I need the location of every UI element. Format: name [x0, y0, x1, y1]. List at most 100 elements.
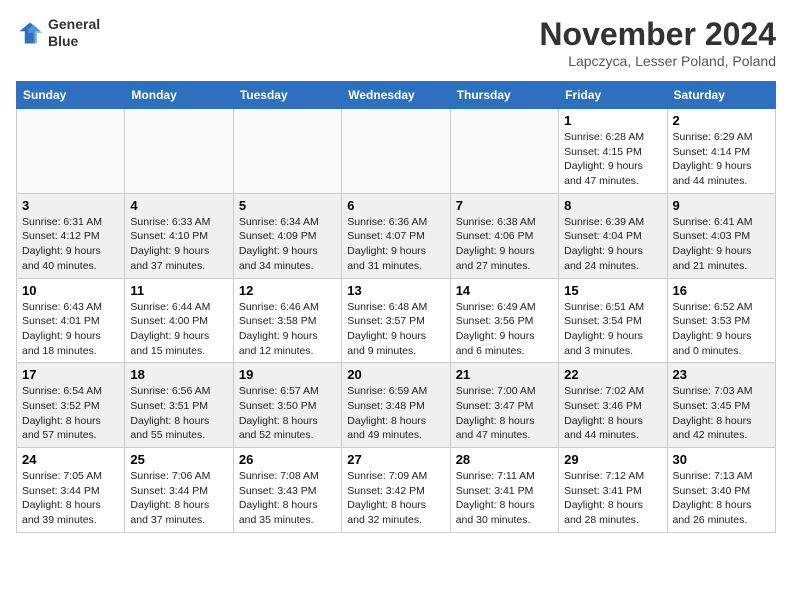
day-info: Sunrise: 6:57 AM Sunset: 3:50 PM Dayligh…	[239, 384, 336, 443]
day-number: 27	[347, 452, 444, 467]
calendar-day-cell: 19 Sunrise: 6:57 AM Sunset: 3:50 PM Dayli…	[233, 363, 341, 448]
day-info: Sunrise: 6:39 AM Sunset: 4:04 PM Dayligh…	[564, 215, 661, 274]
calendar-day-cell: 3 Sunrise: 6:31 AM Sunset: 4:12 PM Daylig…	[17, 193, 125, 278]
day-number: 1	[564, 113, 661, 128]
day-number: 26	[239, 452, 336, 467]
day-number: 21	[456, 367, 553, 382]
day-number: 19	[239, 367, 336, 382]
day-number: 9	[673, 198, 770, 213]
calendar-day-cell: 9 Sunrise: 6:41 AM Sunset: 4:03 PM Daylig…	[667, 193, 775, 278]
day-info: Sunrise: 7:00 AM Sunset: 3:47 PM Dayligh…	[456, 384, 553, 443]
day-number: 15	[564, 283, 661, 298]
day-number: 12	[239, 283, 336, 298]
day-info: Sunrise: 7:06 AM Sunset: 3:44 PM Dayligh…	[130, 469, 227, 528]
calendar-day-cell	[125, 109, 233, 194]
weekday-header: Tuesday	[233, 82, 341, 109]
day-info: Sunrise: 6:46 AM Sunset: 3:58 PM Dayligh…	[239, 300, 336, 359]
day-number: 28	[456, 452, 553, 467]
day-number: 24	[22, 452, 119, 467]
day-number: 17	[22, 367, 119, 382]
day-number: 10	[22, 283, 119, 298]
day-info: Sunrise: 6:51 AM Sunset: 3:54 PM Dayligh…	[564, 300, 661, 359]
weekday-header: Monday	[125, 82, 233, 109]
day-number: 29	[564, 452, 661, 467]
calendar-header-row: SundayMondayTuesdayWednesdayThursdayFrid…	[17, 82, 776, 109]
day-number: 11	[130, 283, 227, 298]
calendar-week-row: 10Sunrise: 6:43 AM Sunset: 4:01 PM Dayli…	[17, 278, 776, 363]
day-info: Sunrise: 6:34 AM Sunset: 4:09 PM Dayligh…	[239, 215, 336, 274]
day-info: Sunrise: 6:56 AM Sunset: 3:51 PM Dayligh…	[130, 384, 227, 443]
day-number: 23	[673, 367, 770, 382]
day-number: 22	[564, 367, 661, 382]
day-info: Sunrise: 6:41 AM Sunset: 4:03 PM Dayligh…	[673, 215, 770, 274]
day-info: Sunrise: 6:36 AM Sunset: 4:07 PM Dayligh…	[347, 215, 444, 274]
location-title: Lapczyca, Lesser Poland, Poland	[539, 53, 776, 69]
calendar-day-cell: 17 Sunrise: 6:54 AM Sunset: 3:52 PM Dayli…	[17, 363, 125, 448]
day-info: Sunrise: 6:49 AM Sunset: 3:56 PM Dayligh…	[456, 300, 553, 359]
calendar-day-cell: 5 Sunrise: 6:34 AM Sunset: 4:09 PM Daylig…	[233, 193, 341, 278]
weekday-header: Friday	[559, 82, 667, 109]
calendar-week-row: 24 Sunrise: 7:05 AM Sunset: 3:44 PM Dayli…	[17, 448, 776, 533]
calendar-day-cell: 1Sunrise: 6:28 AM Sunset: 4:15 PM Daylig…	[559, 109, 667, 194]
day-number: 18	[130, 367, 227, 382]
day-number: 5	[239, 198, 336, 213]
day-info: Sunrise: 6:33 AM Sunset: 4:10 PM Dayligh…	[130, 215, 227, 274]
day-info: Sunrise: 7:02 AM Sunset: 3:46 PM Dayligh…	[564, 384, 661, 443]
day-info: Sunrise: 7:13 AM Sunset: 3:40 PM Dayligh…	[673, 469, 770, 528]
calendar-day-cell: 13 Sunrise: 6:48 AM Sunset: 3:57 PM Dayli…	[342, 278, 450, 363]
day-info: Sunrise: 6:59 AM Sunset: 3:48 PM Dayligh…	[347, 384, 444, 443]
calendar-day-cell: 16 Sunrise: 6:52 AM Sunset: 3:53 PM Dayli…	[667, 278, 775, 363]
calendar-table: SundayMondayTuesdayWednesdayThursdayFrid…	[16, 81, 776, 533]
day-number: 4	[130, 198, 227, 213]
calendar-day-cell: 21 Sunrise: 7:00 AM Sunset: 3:47 PM Dayli…	[450, 363, 558, 448]
day-number: 6	[347, 198, 444, 213]
day-info: Sunrise: 7:03 AM Sunset: 3:45 PM Dayligh…	[673, 384, 770, 443]
day-number: 16	[673, 283, 770, 298]
calendar-week-row: 17 Sunrise: 6:54 AM Sunset: 3:52 PM Dayli…	[17, 363, 776, 448]
calendar-day-cell: 4 Sunrise: 6:33 AM Sunset: 4:10 PM Daylig…	[125, 193, 233, 278]
calendar-day-cell: 18 Sunrise: 6:56 AM Sunset: 3:51 PM Dayli…	[125, 363, 233, 448]
month-title: November 2024	[539, 16, 776, 53]
calendar-day-cell: 7 Sunrise: 6:38 AM Sunset: 4:06 PM Daylig…	[450, 193, 558, 278]
day-number: 14	[456, 283, 553, 298]
weekday-header: Sunday	[17, 82, 125, 109]
day-number: 30	[673, 452, 770, 467]
logo: General Blue	[16, 16, 100, 50]
day-info: Sunrise: 6:29 AM Sunset: 4:14 PM Dayligh…	[673, 130, 770, 189]
weekday-header: Thursday	[450, 82, 558, 109]
calendar-day-cell: 20Sunrise: 6:59 AM Sunset: 3:48 PM Dayli…	[342, 363, 450, 448]
day-info: Sunrise: 6:54 AM Sunset: 3:52 PM Dayligh…	[22, 384, 119, 443]
day-info: Sunrise: 6:38 AM Sunset: 4:06 PM Dayligh…	[456, 215, 553, 274]
day-number: 2	[673, 113, 770, 128]
day-info: Sunrise: 6:31 AM Sunset: 4:12 PM Dayligh…	[22, 215, 119, 274]
day-number: 3	[22, 198, 119, 213]
calendar-day-cell	[233, 109, 341, 194]
calendar-day-cell: 14 Sunrise: 6:49 AM Sunset: 3:56 PM Dayli…	[450, 278, 558, 363]
day-info: Sunrise: 6:44 AM Sunset: 4:00 PM Dayligh…	[130, 300, 227, 359]
calendar-week-row: 3 Sunrise: 6:31 AM Sunset: 4:12 PM Daylig…	[17, 193, 776, 278]
logo-text: General Blue	[48, 16, 100, 50]
day-info: Sunrise: 7:09 AM Sunset: 3:42 PM Dayligh…	[347, 469, 444, 528]
calendar-day-cell: 15 Sunrise: 6:51 AM Sunset: 3:54 PM Dayli…	[559, 278, 667, 363]
day-info: Sunrise: 7:05 AM Sunset: 3:44 PM Dayligh…	[22, 469, 119, 528]
day-number: 7	[456, 198, 553, 213]
weekday-header: Wednesday	[342, 82, 450, 109]
calendar-day-cell: 25 Sunrise: 7:06 AM Sunset: 3:44 PM Dayli…	[125, 448, 233, 533]
calendar-day-cell: 11 Sunrise: 6:44 AM Sunset: 4:00 PM Dayli…	[125, 278, 233, 363]
day-number: 25	[130, 452, 227, 467]
calendar-day-cell: 30 Sunrise: 7:13 AM Sunset: 3:40 PM Dayli…	[667, 448, 775, 533]
calendar-day-cell: 23 Sunrise: 7:03 AM Sunset: 3:45 PM Dayli…	[667, 363, 775, 448]
calendar-day-cell: 29Sunrise: 7:12 AM Sunset: 3:41 PM Dayli…	[559, 448, 667, 533]
day-info: Sunrise: 7:11 AM Sunset: 3:41 PM Dayligh…	[456, 469, 553, 528]
calendar-week-row: 1Sunrise: 6:28 AM Sunset: 4:15 PM Daylig…	[17, 109, 776, 194]
calendar-day-cell: 8 Sunrise: 6:39 AM Sunset: 4:04 PM Daylig…	[559, 193, 667, 278]
day-info: Sunrise: 6:52 AM Sunset: 3:53 PM Dayligh…	[673, 300, 770, 359]
calendar-day-cell: 12 Sunrise: 6:46 AM Sunset: 3:58 PM Dayli…	[233, 278, 341, 363]
page-header: General Blue November 2024 Lapczyca, Les…	[16, 16, 776, 69]
day-number: 13	[347, 283, 444, 298]
day-info: Sunrise: 6:48 AM Sunset: 3:57 PM Dayligh…	[347, 300, 444, 359]
calendar-day-cell: 28 Sunrise: 7:11 AM Sunset: 3:41 PM Dayli…	[450, 448, 558, 533]
calendar-day-cell	[17, 109, 125, 194]
calendar-day-cell: 6 Sunrise: 6:36 AM Sunset: 4:07 PM Daylig…	[342, 193, 450, 278]
day-number: 8	[564, 198, 661, 213]
